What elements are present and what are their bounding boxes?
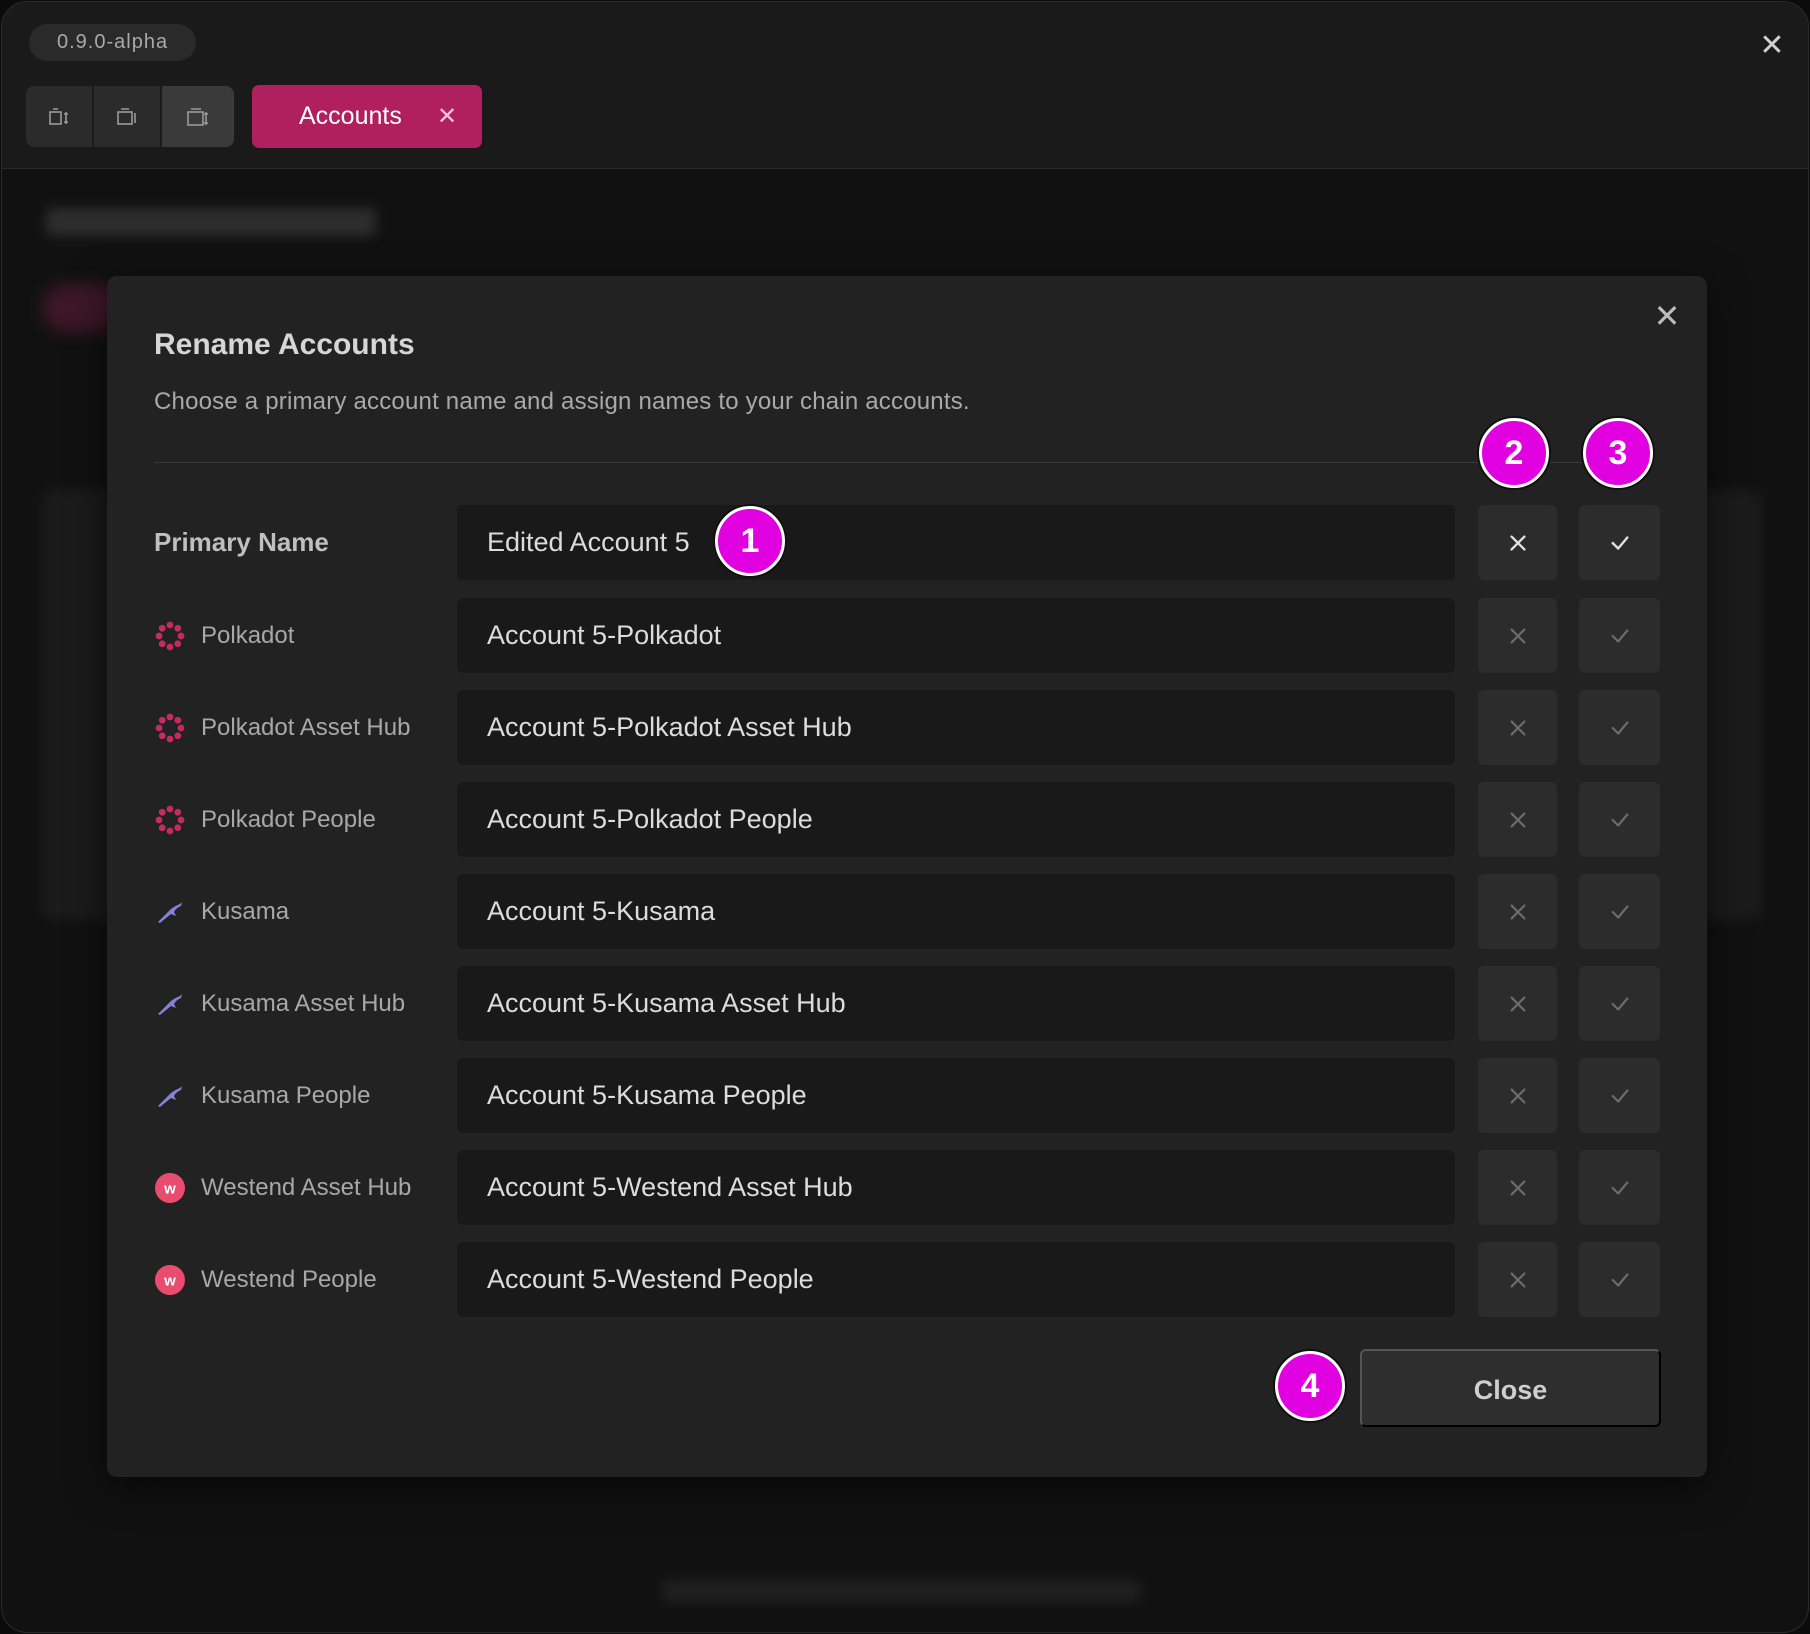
app-header: 0.9.0-alpha ✕ Accounts ✕: [2, 2, 1808, 169]
chain-name-input[interactable]: [457, 1242, 1455, 1317]
app-window: 0.9.0-alpha ✕ Accounts ✕ ✕ Rename Accoun…: [1, 1, 1809, 1633]
westend-icon: w: [154, 1172, 186, 1204]
chain-cancel-button[interactable]: [1478, 690, 1557, 765]
callout-marker-1: 1: [715, 506, 785, 576]
chain-cancel-button[interactable]: [1478, 966, 1557, 1041]
blurred-footer: [662, 1580, 1142, 1602]
dialog-close-icon[interactable]: ✕: [1647, 296, 1687, 336]
close-icon: [1509, 1087, 1526, 1104]
chain-name-input[interactable]: [457, 874, 1455, 949]
chain-row: w Westend People: [107, 1242, 1707, 1317]
close-icon: [1509, 995, 1526, 1012]
layout-left-icon: [49, 107, 68, 125]
divider: [154, 462, 1591, 463]
check-icon: [1611, 1088, 1628, 1103]
chain-cancel-button[interactable]: [1478, 1150, 1557, 1225]
check-icon: [1611, 1272, 1628, 1287]
svg-text:w: w: [163, 1181, 176, 1198]
tab-label: Accounts: [299, 102, 402, 130]
check-icon: [1611, 1180, 1628, 1195]
chain-name-input[interactable]: [457, 782, 1455, 857]
chain-row: w Westend Asset Hub: [107, 1150, 1707, 1225]
check-icon: [1611, 904, 1628, 919]
layout-center-icon: [117, 107, 136, 125]
tab-accounts[interactable]: Accounts ✕: [252, 85, 482, 148]
callout-marker-4: 4: [1275, 1351, 1345, 1421]
layout-toolbar: [26, 86, 234, 147]
primary-name-input[interactable]: [457, 505, 1455, 580]
chain-cancel-button[interactable]: [1478, 782, 1557, 857]
chain-confirm-button[interactable]: [1579, 690, 1660, 765]
primary-name-row: Primary Name: [107, 505, 1707, 580]
chain-confirm-button[interactable]: [1579, 1058, 1660, 1133]
polkadot-icon: [154, 804, 186, 836]
chain-label: Polkadot People: [201, 806, 376, 833]
chain-row: Polkadot People: [107, 782, 1707, 857]
close-icon: [1509, 1179, 1526, 1196]
chain-name-input[interactable]: [457, 690, 1455, 765]
chain-label: Kusama: [201, 898, 290, 925]
chain-confirm-button[interactable]: [1579, 598, 1660, 673]
layout-right-button[interactable]: [162, 86, 234, 147]
chain-cancel-button[interactable]: [1478, 1242, 1557, 1317]
primary-name-label: Primary Name: [154, 527, 329, 557]
chain-confirm-button[interactable]: [1579, 1150, 1660, 1225]
dialog-title: Rename Accounts: [154, 328, 415, 361]
rename-accounts-dialog: ✕ Rename Accounts Choose a primary accou…: [107, 276, 1707, 1477]
close-icon: [1509, 903, 1526, 920]
chain-row: Kusama: [107, 874, 1707, 949]
chain-name-input[interactable]: [457, 1058, 1455, 1133]
blurred-heading: [46, 208, 376, 236]
primary-cancel-button[interactable]: [1478, 505, 1557, 580]
callout-marker-2: 2: [1479, 418, 1549, 488]
chain-confirm-button[interactable]: [1579, 1242, 1660, 1317]
version-badge: 0.9.0-alpha: [29, 24, 197, 61]
chain-cancel-button[interactable]: [1478, 874, 1557, 949]
chain-label: Westend Asset Hub: [201, 1174, 412, 1201]
polkadot-icon: [154, 620, 186, 652]
kusama-icon: [154, 1080, 186, 1112]
westend-icon: w: [154, 1264, 186, 1296]
check-icon: [1611, 628, 1628, 643]
chain-label: Kusama Asset Hub: [201, 990, 406, 1017]
window-close-button[interactable]: ✕: [1754, 28, 1790, 64]
dialog-description: Choose a primary account name and assign…: [154, 388, 970, 415]
chain-row: Kusama People: [107, 1058, 1707, 1133]
chain-label: Polkadot: [201, 622, 295, 649]
chain-name-input[interactable]: [457, 598, 1455, 673]
chain-label: Polkadot Asset Hub: [201, 714, 411, 741]
chain-row: Polkadot Asset Hub: [107, 690, 1707, 765]
chain-confirm-button[interactable]: [1579, 782, 1660, 857]
check-icon: [1611, 812, 1628, 827]
chain-row: Polkadot: [107, 598, 1707, 673]
close-icon: [1509, 1271, 1526, 1288]
close-icon: [1509, 534, 1526, 551]
kusama-icon: [154, 896, 186, 928]
chain-confirm-button[interactable]: [1579, 874, 1660, 949]
chain-confirm-button[interactable]: [1579, 966, 1660, 1041]
close-button[interactable]: Close: [1360, 1349, 1661, 1427]
check-icon: [1611, 720, 1628, 735]
chain-label: Kusama People: [201, 1082, 371, 1109]
primary-confirm-button[interactable]: [1579, 505, 1660, 580]
chain-cancel-button[interactable]: [1478, 598, 1557, 673]
chain-row: Kusama Asset Hub: [107, 966, 1707, 1041]
chain-name-input[interactable]: [457, 1150, 1455, 1225]
layout-left-button[interactable]: [26, 86, 94, 147]
kusama-icon: [154, 988, 186, 1020]
polkadot-icon: [154, 712, 186, 744]
layout-right-icon: [187, 107, 208, 126]
close-icon: [1509, 627, 1526, 644]
layout-center-button[interactable]: [94, 86, 162, 147]
svg-text:w: w: [163, 1273, 176, 1290]
chain-name-input[interactable]: [457, 966, 1455, 1041]
chain-label: Westend People: [201, 1266, 377, 1293]
check-icon: [1611, 996, 1628, 1011]
check-icon: [1610, 535, 1629, 550]
close-icon: [1509, 719, 1526, 736]
tab-close-icon[interactable]: ✕: [432, 85, 462, 148]
close-icon: [1509, 811, 1526, 828]
callout-marker-3: 3: [1583, 418, 1653, 488]
chain-cancel-button[interactable]: [1478, 1058, 1557, 1133]
